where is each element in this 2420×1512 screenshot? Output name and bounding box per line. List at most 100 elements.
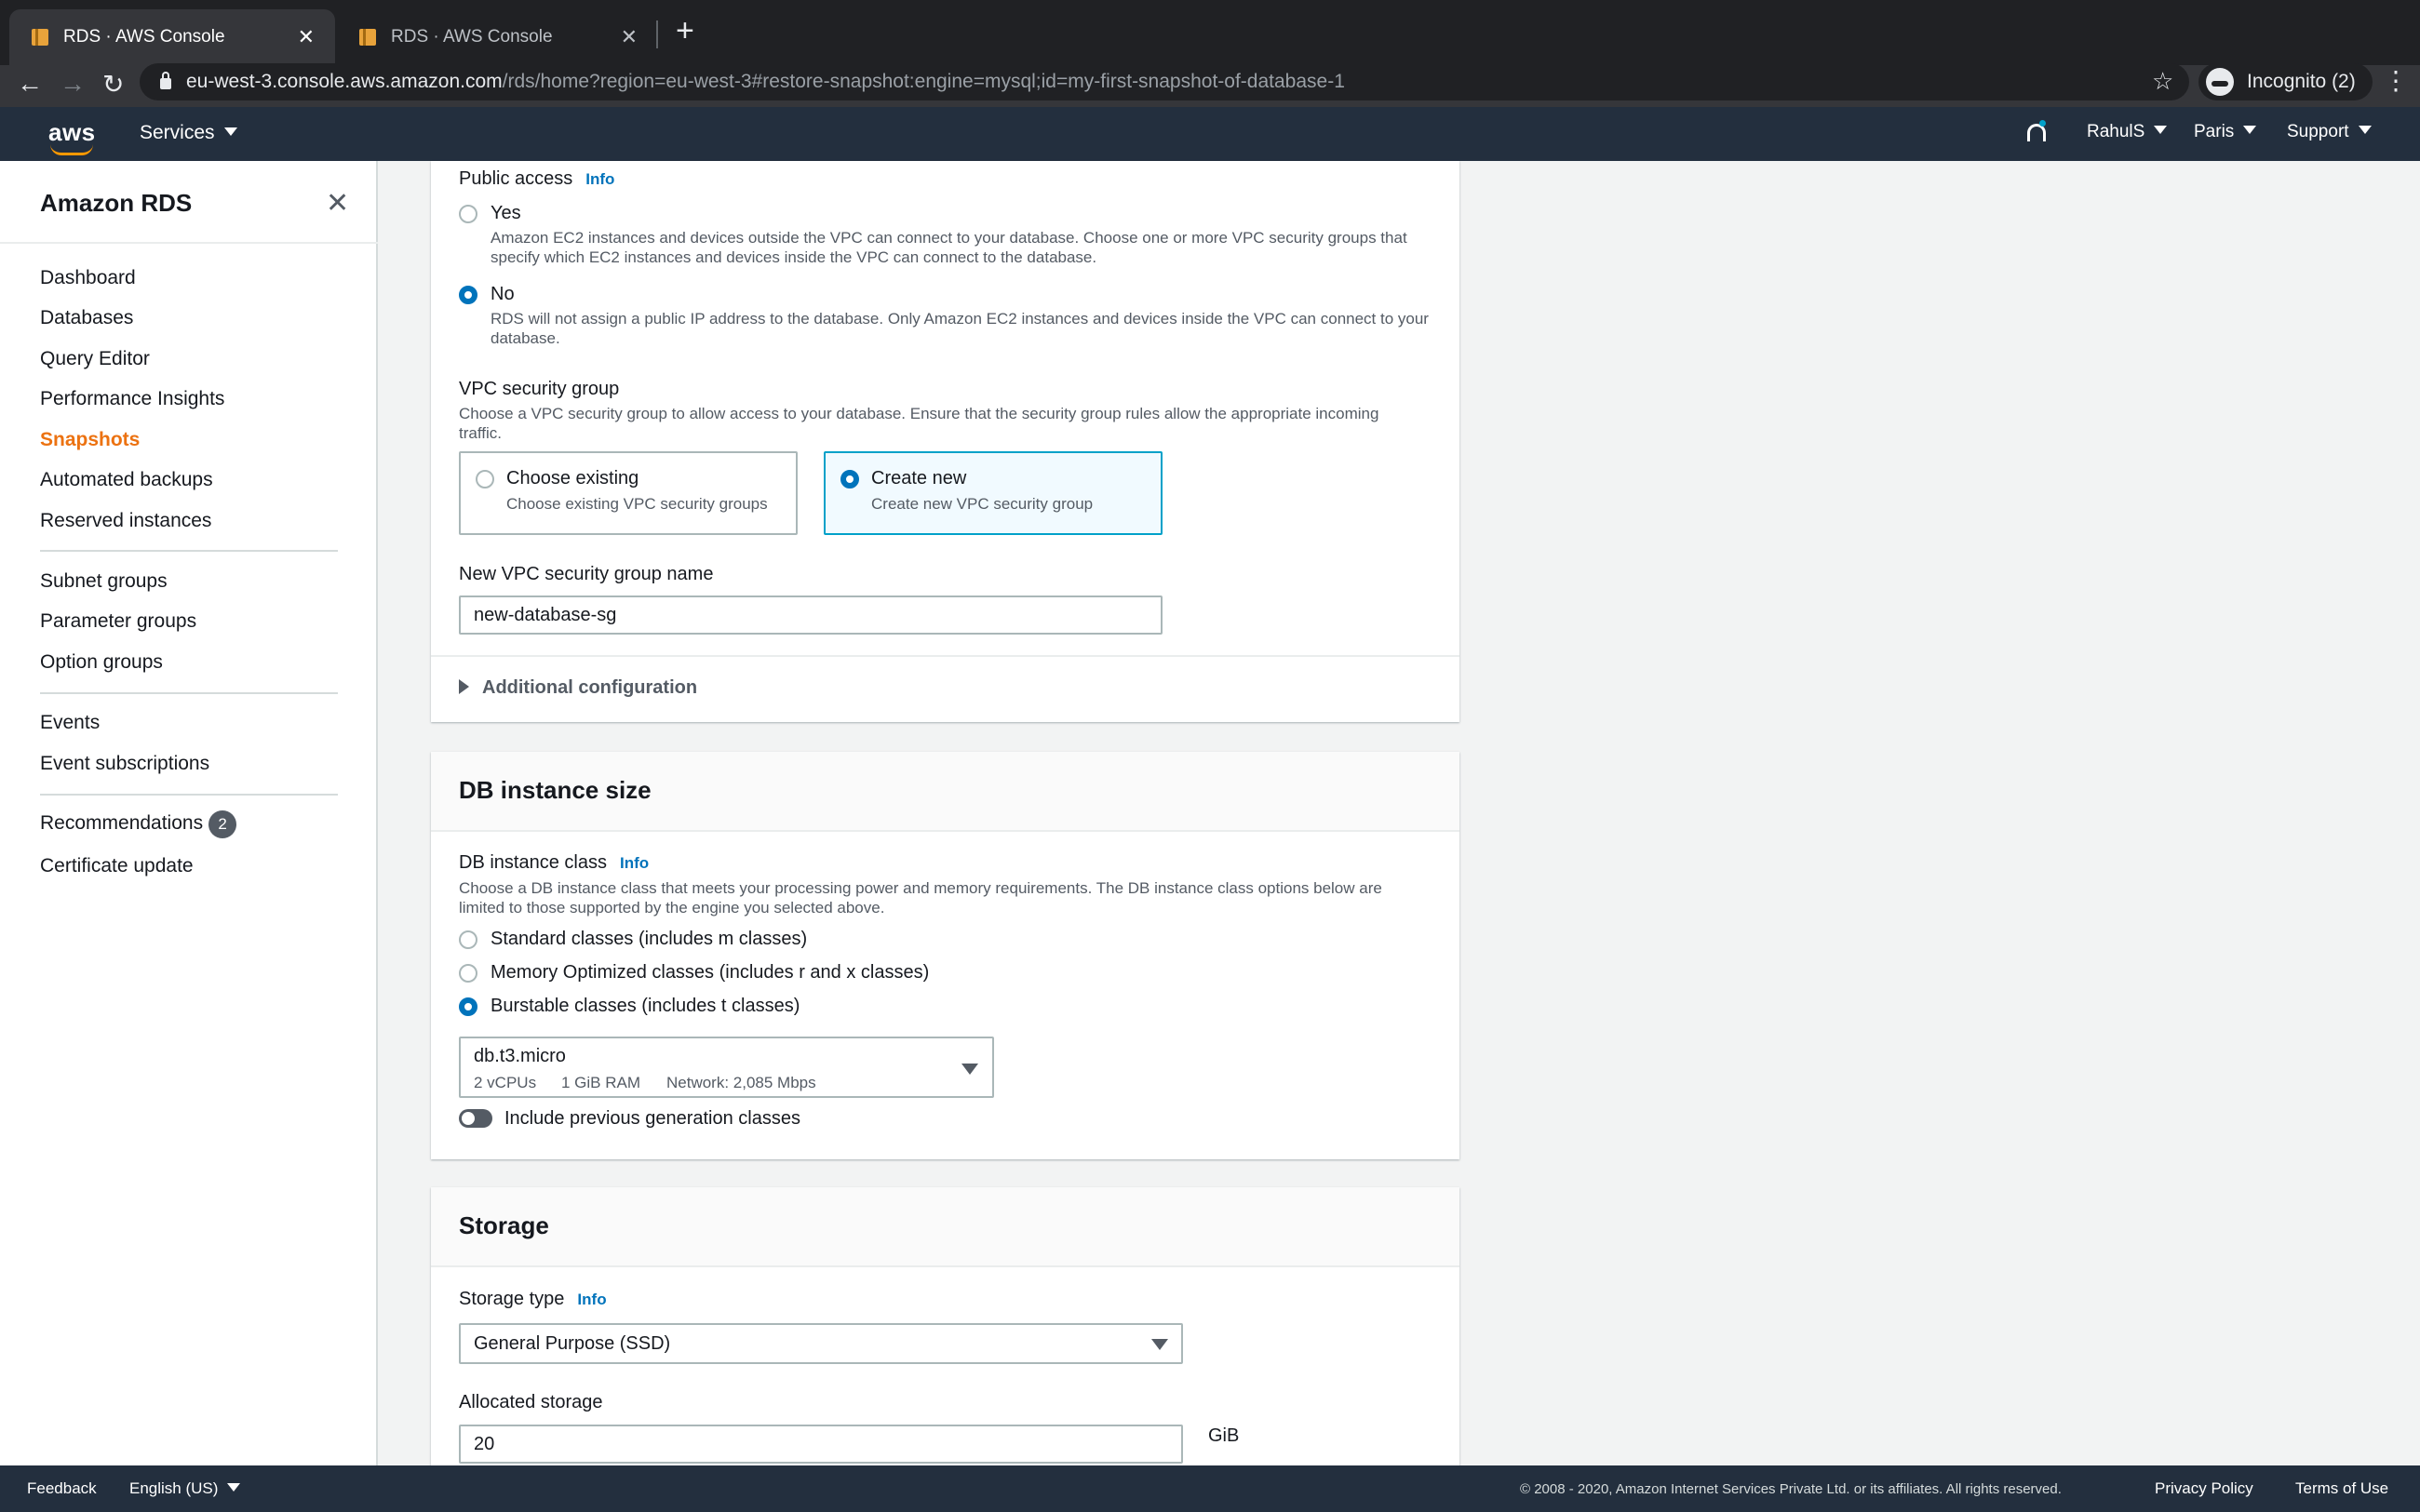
lock-icon bbox=[160, 72, 171, 89]
aws-logo[interactable]: aws bbox=[48, 118, 96, 155]
db-instance-class-text: DB instance class bbox=[459, 852, 607, 873]
allocated-storage-unit: GiB bbox=[1208, 1425, 1240, 1446]
caret-down-icon bbox=[2154, 126, 2168, 135]
vpc-sg-label: VPC security group bbox=[459, 379, 620, 399]
storage-type-select[interactable]: General Purpose (SSD) bbox=[459, 1323, 1183, 1364]
selected-class: db.t3.micro bbox=[474, 1046, 566, 1066]
language-selector[interactable]: English (US) bbox=[129, 1479, 241, 1498]
aws-smile-icon bbox=[50, 144, 93, 155]
vpc-sg-choose-existing-card[interactable]: Choose existing Choose existing VPC secu… bbox=[459, 451, 798, 535]
additional-config-expander[interactable]: Additional configuration bbox=[459, 677, 697, 699]
region-label: Paris bbox=[2194, 122, 2235, 141]
sidebar-divider bbox=[40, 794, 338, 796]
storage-type-value: General Purpose (SSD) bbox=[474, 1333, 671, 1354]
additional-config-label: Additional configuration bbox=[482, 677, 698, 698]
region-menu[interactable]: Paris bbox=[2194, 122, 2257, 142]
db-instance-class-info-link[interactable]: Info bbox=[620, 854, 649, 872]
previous-generation-label: Include previous generation classes bbox=[504, 1108, 800, 1129]
public-access-no-radio[interactable] bbox=[459, 286, 477, 304]
standard-classes-radio[interactable] bbox=[459, 930, 477, 949]
caret-down-icon bbox=[961, 1064, 978, 1075]
public-access-label: Public access Info bbox=[459, 168, 614, 190]
choose-existing-radio[interactable] bbox=[476, 470, 494, 488]
close-tab-icon[interactable]: ✕ bbox=[621, 25, 638, 49]
panel-header: Storage bbox=[431, 1187, 1459, 1267]
browser-menu-icon[interactable]: ⋮ bbox=[2383, 65, 2409, 96]
connectivity-panel: Public access Info Yes Amazon EC2 instanc… bbox=[431, 161, 1459, 722]
close-tab-icon[interactable]: ✕ bbox=[298, 25, 315, 49]
public-access-yes-radio[interactable] bbox=[459, 205, 477, 223]
terms-of-use-link[interactable]: Terms of Use bbox=[2295, 1479, 2388, 1498]
tab-title: RDS · AWS Console bbox=[391, 27, 553, 47]
public-access-no-desc: RDS will not assign a public IP address … bbox=[491, 310, 1429, 347]
copyright-text: © 2008 - 2020, Amazon Internet Services … bbox=[1520, 1481, 2062, 1497]
services-menu[interactable]: Services bbox=[140, 122, 237, 144]
incognito-label: Incognito (2) bbox=[2247, 71, 2356, 92]
caret-down-icon bbox=[2358, 126, 2372, 135]
public-access-info-link[interactable]: Info bbox=[585, 170, 614, 188]
sidebar-item-query-editor[interactable]: Query Editor bbox=[40, 348, 150, 370]
vpc-sg-create-new-card[interactable]: Create new Create new VPC security group bbox=[824, 451, 1163, 535]
forward-icon[interactable]: → bbox=[60, 69, 86, 99]
sidebar-item-performance-insights[interactable]: Performance Insights bbox=[40, 388, 224, 410]
caret-down-icon bbox=[223, 127, 237, 136]
aws-console-header: aws Services RahulS Paris Support bbox=[0, 107, 2420, 161]
burstable-classes-radio[interactable] bbox=[459, 997, 477, 1016]
address-bar[interactable]: eu-west-3.console.aws.amazon.com/rds/hom… bbox=[140, 63, 2189, 100]
choose-existing-desc: Choose existing VPC security groups bbox=[506, 495, 768, 513]
sidebar-item-automated-backups[interactable]: Automated backups bbox=[40, 469, 213, 491]
panel-title: Storage bbox=[459, 1211, 549, 1239]
sidebar-item-event-subscriptions[interactable]: Event subscriptions bbox=[40, 753, 209, 775]
caret-down-icon bbox=[227, 1483, 241, 1492]
reload-icon[interactable]: ↻ bbox=[102, 69, 124, 100]
previous-generation-toggle[interactable] bbox=[459, 1109, 492, 1128]
db-instance-class-label: DB instance class Info bbox=[459, 852, 649, 874]
sidebar-item-subnet-groups[interactable]: Subnet groups bbox=[40, 570, 168, 593]
sidebar-item-certificate-update[interactable]: Certificate update bbox=[40, 855, 194, 877]
db-instance-class-select[interactable]: db.t3.micro 2 vCPUs 1 GiB RAM Network: 2… bbox=[459, 1037, 994, 1098]
support-label: Support bbox=[2287, 122, 2349, 141]
allocated-storage-label: Allocated storage bbox=[459, 1392, 603, 1412]
storage-type-info-link[interactable]: Info bbox=[577, 1291, 606, 1308]
panel-header: DB instance size bbox=[431, 752, 1459, 832]
sidebar-item-reserved-instances[interactable]: Reserved instances bbox=[40, 510, 211, 532]
close-sidebar-icon[interactable]: ✕ bbox=[326, 187, 349, 220]
bookmark-star-icon[interactable]: ☆ bbox=[2152, 67, 2173, 96]
browser-tab-active[interactable]: RDS · AWS Console ✕ bbox=[9, 9, 335, 65]
browser-tab-inactive[interactable]: RDS · AWS Console ✕ bbox=[337, 9, 658, 65]
account-label: RahulS bbox=[2087, 122, 2145, 141]
caret-right-icon bbox=[459, 678, 469, 694]
feedback-link[interactable]: Feedback bbox=[27, 1479, 97, 1498]
account-menu[interactable]: RahulS bbox=[2087, 122, 2168, 142]
choose-existing-label: Choose existing bbox=[506, 468, 639, 488]
url-host: eu-west-3.console.aws.amazon.com bbox=[186, 71, 503, 92]
create-new-desc: Create new VPC security group bbox=[871, 495, 1094, 513]
recommendations-count-badge: 2 bbox=[208, 810, 237, 838]
class-network: Network: 2,085 Mbps bbox=[666, 1074, 816, 1091]
sidebar-item-recommendations[interactable]: Recommendations 2 bbox=[40, 810, 237, 838]
sidebar-divider bbox=[40, 550, 338, 552]
sidebar-item-snapshots[interactable]: Snapshots bbox=[40, 429, 140, 451]
aws-favicon-icon bbox=[357, 27, 378, 47]
sidebar-item-events[interactable]: Events bbox=[40, 712, 100, 734]
language-label: English (US) bbox=[129, 1479, 219, 1497]
browser-tab-bar: RDS · AWS Console ✕ RDS · AWS Console ✕ … bbox=[0, 0, 2420, 65]
sidebar-item-option-groups[interactable]: Option groups bbox=[40, 651, 163, 674]
sidebar-item-dashboard[interactable]: Dashboard bbox=[40, 267, 136, 289]
back-icon[interactable]: ← bbox=[17, 69, 43, 99]
services-label: Services bbox=[140, 122, 215, 143]
sidebar-item-databases[interactable]: Databases bbox=[40, 307, 133, 329]
console-footer: Feedback English (US) © 2008 - 2020, Ama… bbox=[0, 1465, 2420, 1512]
privacy-policy-link[interactable]: Privacy Policy bbox=[2155, 1479, 2253, 1498]
incognito-indicator[interactable]: Incognito (2) bbox=[2198, 63, 2373, 100]
sidebar-item-label: Recommendations bbox=[40, 812, 204, 834]
memory-optimized-radio[interactable] bbox=[459, 964, 477, 983]
support-menu[interactable]: Support bbox=[2287, 122, 2372, 142]
sidebar-item-parameter-groups[interactable]: Parameter groups bbox=[40, 610, 196, 633]
create-new-radio[interactable] bbox=[840, 470, 859, 488]
db-instance-size-panel: DB instance size DB instance class Info C… bbox=[431, 752, 1459, 1159]
allocated-storage-input[interactable]: 20 bbox=[459, 1425, 1183, 1464]
new-sg-name-input[interactable]: new-database-sg bbox=[459, 595, 1163, 635]
notifications-bell-icon[interactable] bbox=[2024, 120, 2047, 144]
new-tab-icon[interactable]: + bbox=[676, 13, 694, 49]
